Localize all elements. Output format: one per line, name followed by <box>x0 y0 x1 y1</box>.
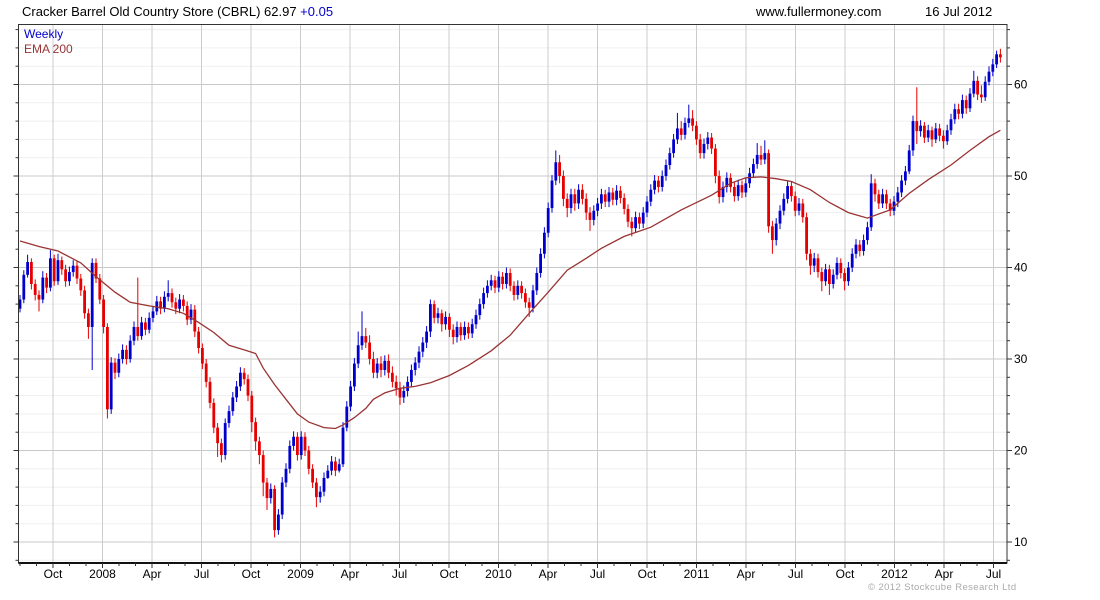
x-axis-label: Oct <box>242 567 261 581</box>
legend-ema: EMA 200 <box>24 42 73 56</box>
x-axis-label: 2011 <box>684 567 710 581</box>
x-axis-label: Jul <box>392 567 407 581</box>
y-axis-label: 50 <box>1014 169 1028 183</box>
x-axis-label: Jul <box>194 567 209 581</box>
y-axis-label: 30 <box>1014 352 1028 366</box>
price-change: +0.05 <box>300 4 334 19</box>
y-axis-label: 20 <box>1014 444 1028 458</box>
y-axis-label: 40 <box>1014 261 1028 275</box>
x-axis-label: Apr <box>539 567 558 581</box>
chart-window: 10 20 30 40 50 60 Oct 2008 Apr Jul Oct 2009 Apr Jul Oc… <box>0 0 1100 600</box>
x-axis-label: Oct <box>44 567 63 581</box>
price-chart: 10 20 30 40 50 60 Oct 2008 Apr Jul Oct 2009 Apr Jul Oc… <box>13 24 1028 581</box>
instrument-title: Cracker Barrel Old Country Store (CBRL) … <box>22 4 297 19</box>
site-link[interactable]: www.fullermoney.com <box>756 4 881 19</box>
y-axis-label: 10 <box>1014 535 1028 549</box>
x-axis-label: 2008 <box>89 567 116 581</box>
x-axis-label: Apr <box>341 567 360 581</box>
x-axis-label: Oct <box>836 567 855 581</box>
x-axis-label: Oct <box>638 567 657 581</box>
copyright-notice: © 2012 Stockcube Research Ltd <box>868 582 1017 593</box>
x-axis-label: 2010 <box>485 567 512 581</box>
page-title: Cracker Barrel Old Country Store (CBRL) … <box>22 4 333 19</box>
x-axis-label: Apr <box>143 567 162 581</box>
x-axis-label: Oct <box>440 567 459 581</box>
x-axis-label: Apr <box>935 567 954 581</box>
x-axis-label: Jul <box>986 567 1001 581</box>
legend-timeframe: Weekly <box>24 27 64 41</box>
x-axis-label: Jul <box>788 567 803 581</box>
x-axis-label: Apr <box>737 567 756 581</box>
date-label: 16 Jul 2012 <box>925 4 993 19</box>
x-axis-label: 2012 <box>881 567 908 581</box>
y-axis-label: 60 <box>1014 78 1028 92</box>
x-axis-label: Jul <box>590 567 605 581</box>
x-axis-label: 2009 <box>287 567 314 581</box>
